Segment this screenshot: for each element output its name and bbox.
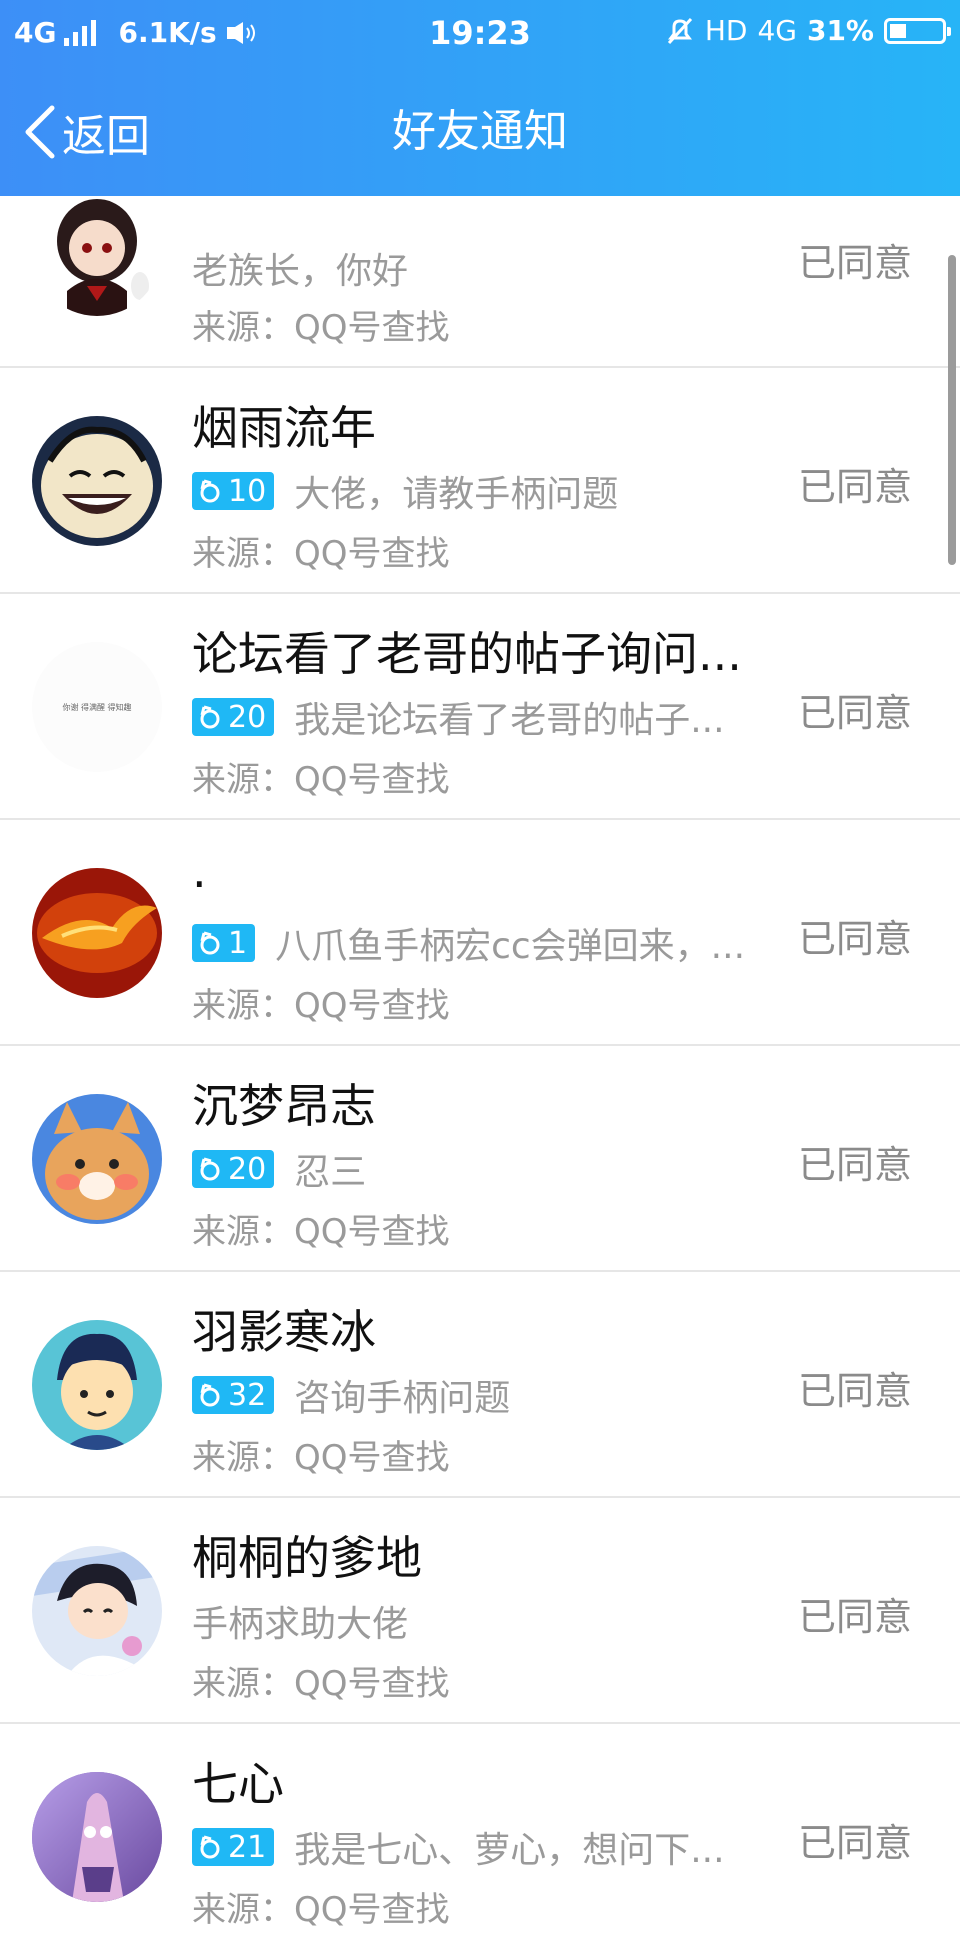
avatar[interactable]	[32, 868, 162, 998]
status-bar: 4G 6.1K/s 19:23 HD 4G 31%	[0, 0, 960, 64]
gender-age-badge: 32	[192, 1376, 275, 1414]
message-line: 21 我是七心、萝心，想问下...	[192, 1821, 725, 1873]
friend-request-row[interactable]: . 1 八爪鱼手柄宏cc会弹回来，... 来源：QQ号查找 已同意	[0, 820, 960, 1046]
page-title: 好友通知	[392, 106, 568, 157]
battery-percent: 31%	[806, 14, 874, 47]
battery-icon	[884, 17, 951, 44]
request-source: 来源：QQ号查找	[192, 1212, 450, 1252]
request-status: 已同意	[797, 465, 912, 509]
male-icon	[200, 931, 220, 955]
friend-request-row[interactable]: 你谢 得满醒 得知趣 论坛看了老哥的帖子询问... 20 我是论坛看了老哥的帖子…	[0, 594, 960, 820]
friend-request-list: master 老族长，你好 来源：QQ号查找 已同意 烟雨流年 10 大佬，请教…	[0, 0, 960, 1930]
avatar-text: 你谢 得满醒 得知趣	[62, 702, 131, 712]
friend-name: 羽影寒冰	[192, 1305, 376, 1359]
request-status: 已同意	[797, 1143, 912, 1187]
request-status: 已同意	[797, 1595, 912, 1639]
age-text: 20	[228, 699, 267, 735]
avatar[interactable]	[32, 1094, 162, 1224]
friend-request-row[interactable]: 羽影寒冰 32 咨询手柄问题 来源：QQ号查找 已同意	[0, 1272, 960, 1498]
network-type-2: 4G	[757, 14, 797, 47]
avatar[interactable]	[32, 1772, 162, 1902]
friend-name: .	[192, 844, 207, 898]
age-text: 32	[228, 1377, 267, 1413]
scrollbar[interactable]	[948, 255, 956, 565]
age-text: 20	[228, 1151, 267, 1187]
age-text: 10	[228, 473, 267, 509]
friend-request-row[interactable]: 桐桐的爹地 手柄求助大佬 来源：QQ号查找 已同意	[0, 1498, 960, 1724]
alarm-off-icon	[667, 17, 692, 44]
battery-fill	[890, 23, 906, 38]
request-status: 已同意	[797, 241, 912, 285]
status-right: HD 4G 31%	[665, 14, 951, 47]
request-message: 忍三	[294, 1152, 367, 1193]
app-header: 4G 6.1K/s 19:23 HD 4G 31% 返回 好友通知	[0, 0, 960, 196]
request-source: 来源：QQ号查找	[192, 1890, 450, 1930]
avatar[interactable]	[32, 186, 162, 316]
friend-name: 桐桐的爹地	[192, 1531, 422, 1585]
gender-age-badge: 21	[192, 1828, 275, 1866]
request-message: 咨询手柄问题	[294, 1378, 511, 1419]
request-message: 我是七心、萝心，想问下...	[294, 1830, 725, 1871]
request-source: 来源：QQ号查找	[192, 760, 450, 800]
message-line: 10 大佬，请教手柄问题	[192, 465, 618, 517]
male-icon	[200, 705, 220, 729]
age-text: 1	[228, 925, 248, 961]
request-message: 老族长，你好	[192, 251, 409, 292]
gender-age-badge: 20	[192, 1150, 275, 1188]
avatar[interactable]	[32, 1546, 162, 1676]
male-icon	[200, 1383, 220, 1407]
request-source: 来源：QQ号查找	[192, 534, 450, 574]
friend-name: 七心	[192, 1757, 284, 1811]
request-status: 已同意	[797, 1821, 912, 1865]
friend-request-row[interactable]: 七心 21 我是七心、萝心，想问下... 来源：QQ号查找 已同意	[0, 1724, 960, 1950]
request-source: 来源：QQ号查找	[192, 1438, 450, 1478]
message-line: 1 八爪鱼手柄宏cc会弹回来，...	[192, 917, 745, 969]
avatar[interactable]	[32, 1320, 162, 1450]
age-text: 21	[228, 1829, 267, 1865]
request-message: 大佬，请教手柄问题	[294, 474, 619, 515]
hd-indicator: HD	[704, 14, 748, 47]
request-message: 八爪鱼手柄宏cc会弹回来，...	[275, 926, 746, 967]
avatar[interactable]: 你谢 得满醒 得知趣	[32, 642, 162, 772]
friend-name: 论坛看了老哥的帖子询问...	[192, 627, 742, 681]
request-source: 来源：QQ号查找	[192, 308, 450, 348]
male-icon	[200, 1835, 220, 1859]
request-status: 已同意	[797, 917, 912, 961]
male-icon	[200, 1157, 220, 1181]
gender-age-badge: 10	[192, 472, 275, 510]
friend-name: 沉梦昂志	[192, 1079, 376, 1133]
message-line: 手柄求助大佬	[192, 1595, 408, 1647]
male-icon	[200, 479, 220, 503]
avatar[interactable]	[32, 416, 162, 546]
gender-age-badge: 20	[192, 698, 275, 736]
request-source: 来源：QQ号查找	[192, 1664, 450, 1704]
friend-request-row[interactable]: 沉梦昂志 20 忍三 来源：QQ号查找 已同意	[0, 1046, 960, 1272]
message-line: 20 我是论坛看了老哥的帖子...	[192, 691, 725, 743]
request-status: 已同意	[797, 691, 912, 735]
message-line: 老族长，你好	[192, 242, 408, 294]
request-message: 我是论坛看了老哥的帖子...	[294, 700, 725, 741]
request-source: 来源：QQ号查找	[192, 986, 450, 1026]
message-line: 20 忍三	[192, 1143, 366, 1195]
message-line: 32 咨询手柄问题	[192, 1369, 510, 1421]
gender-age-badge: 1	[192, 924, 256, 962]
request-message: 手柄求助大佬	[192, 1604, 409, 1645]
friend-name: 烟雨流年	[192, 401, 376, 455]
request-status: 已同意	[797, 1369, 912, 1413]
friend-request-row[interactable]: 烟雨流年 10 大佬，请教手柄问题 来源：QQ号查找 已同意	[0, 368, 960, 594]
